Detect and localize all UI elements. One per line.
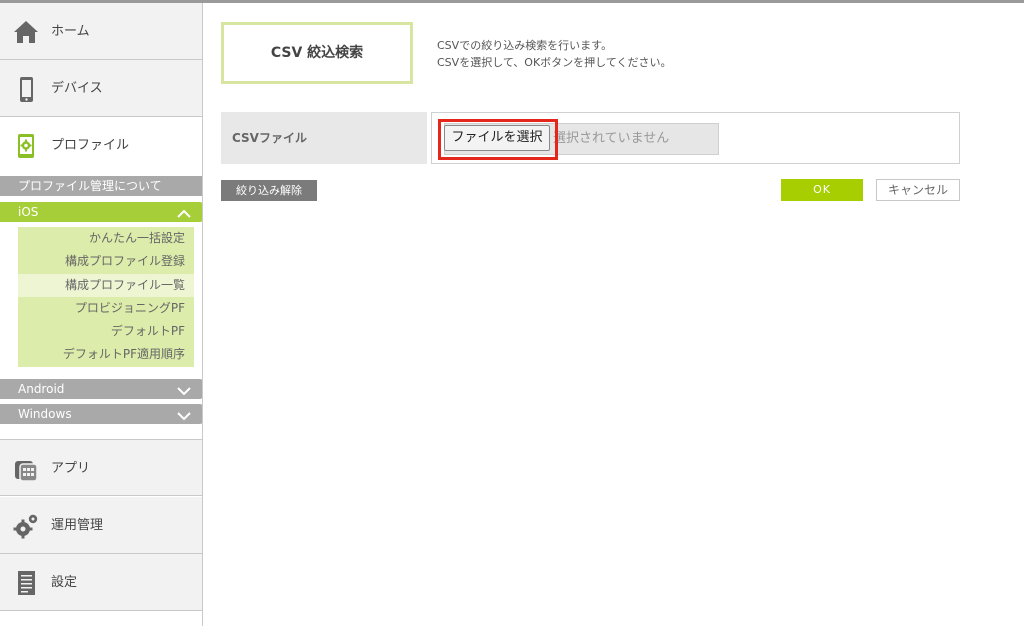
document-icon: [12, 569, 40, 597]
gears-icon: [12, 512, 40, 540]
sidebar-subitem[interactable]: プロビジョニングPF: [18, 297, 194, 320]
sidebar: ホーム デバイス プロファイル プロファイル管理について iOS かんたん一括設…: [0, 3, 203, 626]
nav-settings-label: 設定: [51, 575, 78, 590]
windows-label: Windows: [18, 407, 72, 421]
nav-profile[interactable]: プロファイル: [0, 117, 203, 174]
nav-profile-label: プロファイル: [51, 138, 130, 153]
profile-gear-icon: [12, 132, 40, 160]
ok-button[interactable]: OK: [781, 179, 863, 201]
sidebar-section-ios[interactable]: iOS: [0, 202, 203, 222]
app-icon: [12, 455, 40, 483]
sidebar-subitem[interactable]: デフォルトPF適用順序: [18, 343, 194, 366]
nav-home-label: ホーム: [51, 24, 90, 39]
csv-file-label: CSVファイル: [221, 112, 427, 164]
description-line-1: CSVでの絞り込み検索を行います。: [437, 39, 613, 52]
sidebar-item-profile-about[interactable]: プロファイル管理について: [0, 176, 203, 196]
page-description: CSVでの絞り込み検索を行います。 CSVを選択して、OKボタンを押してください…: [437, 37, 672, 71]
page-title: CSV 絞込検索: [221, 22, 413, 84]
sidebar-section-windows[interactable]: Windows: [0, 404, 203, 424]
chevron-down-icon: [177, 408, 191, 421]
android-label: Android: [18, 382, 65, 396]
cancel-button[interactable]: キャンセル: [876, 179, 960, 201]
clear-filter-button[interactable]: 絞り込み解除: [221, 180, 317, 201]
sidebar-section-android[interactable]: Android: [0, 379, 203, 399]
chevron-up-icon: [177, 206, 191, 218]
choose-file-button[interactable]: ファイルを選択: [444, 125, 550, 151]
sidebar-subitem[interactable]: デフォルトPF: [18, 320, 194, 343]
nav-home[interactable]: ホーム: [0, 3, 203, 60]
ios-label: iOS: [18, 205, 39, 219]
nav-ops[interactable]: 運用管理: [0, 497, 203, 554]
smartphone-icon: [12, 75, 40, 103]
nav-settings[interactable]: 設定: [0, 554, 203, 611]
nav-app[interactable]: アプリ: [0, 439, 203, 496]
nav-device-label: デバイス: [51, 81, 103, 96]
file-status-text: 選択されていません: [553, 131, 670, 146]
chevron-down-icon: [177, 383, 191, 396]
nav-app-label: アプリ: [51, 461, 91, 476]
description-line-2: CSVを選択して、OKボタンを押してください。: [437, 56, 672, 69]
nav-ops-label: 運用管理: [51, 518, 104, 533]
ios-submenu: かんたん一括設定 構成プロファイル登録 構成プロファイル一覧 プロビジョニングPF デフ…: [18, 227, 194, 367]
home-icon: [12, 18, 40, 46]
nav-device[interactable]: デバイス: [0, 60, 203, 117]
sidebar-subitem[interactable]: かんたん一括設定: [18, 227, 194, 250]
sidebar-subitem[interactable]: 構成プロファイル一覧: [18, 273, 194, 297]
sidebar-subitem[interactable]: 構成プロファイル登録: [18, 250, 194, 273]
sidebar-divider: [202, 3, 203, 626]
